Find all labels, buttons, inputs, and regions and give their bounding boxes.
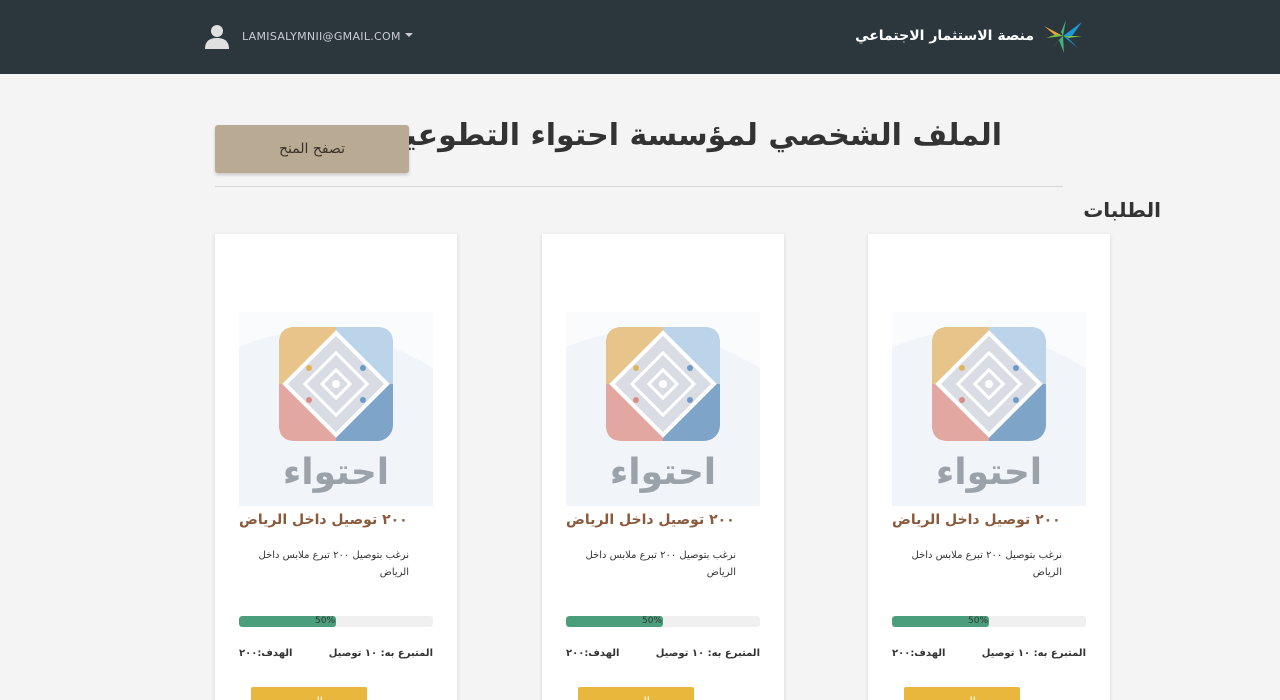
ehtewa-logo-image: احتواء: [239, 312, 433, 506]
card-description: نرغب بتوصيل ٢٠٠ تبرع ملابس داخل الرياض: [911, 550, 1062, 578]
progress-bar: 50%: [566, 616, 760, 627]
user-menu-dropdown[interactable]: LAMISALYMNII@GMAIL.COM: [204, 22, 413, 50]
card-title: ٢٠٠ توصيل داخل الرياض: [566, 512, 735, 528]
donated-amount: المتبرع به: ١٠ توصيل: [328, 648, 433, 659]
progress-bar: 50%: [239, 616, 433, 627]
progress-label: 50%: [642, 616, 663, 626]
progress-label: 50%: [315, 616, 336, 626]
request-card: احتواء ٢٠٠ توصيل داخل الرياض نرغب بتوصيل…: [868, 234, 1110, 700]
top-navbar: منصة الاستثمار الاجتماعي LAMISALYMNII@GM…: [0, 0, 1280, 74]
request-card: احتواء ٢٠٠ توصيل داخل الرياض نرغب بتوصيل…: [542, 234, 784, 700]
user-email: LAMISALYMNII@GMAIL.COM: [242, 29, 401, 43]
card-description: نرغب بتوصيل ٢٠٠ تبرع ملابس داخل الرياض: [585, 550, 736, 578]
goal-amount: الهدف:٢٠٠: [566, 648, 620, 659]
more-button[interactable]: المزيد: [578, 687, 694, 700]
brand[interactable]: منصة الاستثمار الاجتماعي: [855, 18, 1084, 54]
goal-amount: الهدف:٢٠٠: [239, 648, 293, 659]
chevron-down-icon: [404, 33, 413, 37]
progress-bar: 50%: [892, 616, 1086, 627]
logo-text: احتواء: [283, 452, 389, 493]
page-title: الملف الشخصي لمؤسسة احتواء التطوعية: [387, 118, 1002, 153]
user-avatar-icon: [205, 25, 229, 49]
donated-amount: المتبرع به: ١٠ توصيل: [655, 648, 760, 659]
ministry-logo-icon: [1044, 20, 1082, 53]
more-button[interactable]: المزيد: [904, 687, 1020, 700]
card-title: ٢٠٠ توصيل داخل الرياض: [239, 512, 408, 528]
logo-text: احتواء: [936, 452, 1042, 493]
goal-amount: الهدف:٢٠٠: [892, 648, 946, 659]
progress-label: 50%: [968, 616, 989, 626]
more-button[interactable]: المزيد: [251, 687, 367, 700]
requests-section-title: الطلبات: [1083, 198, 1161, 222]
donated-amount: المتبرع به: ١٠ توصيل: [981, 648, 1086, 659]
browse-grants-button[interactable]: تصفح المنح: [215, 125, 409, 173]
ehtewa-logo-image: احتواء: [892, 312, 1086, 506]
card-title: ٢٠٠ توصيل داخل الرياض: [892, 512, 1061, 528]
card-description: نرغب بتوصيل ٢٠٠ تبرع ملابس داخل الرياض: [258, 550, 409, 578]
brand-name: منصة الاستثمار الاجتماعي: [855, 28, 1034, 44]
ehtewa-logo-image: احتواء: [566, 312, 760, 506]
request-card: احتواء ٢٠٠ توصيل داخل الرياض نرغب بتوصيل…: [215, 234, 457, 700]
logo-text: احتواء: [610, 452, 716, 493]
header-divider: [215, 186, 1063, 187]
